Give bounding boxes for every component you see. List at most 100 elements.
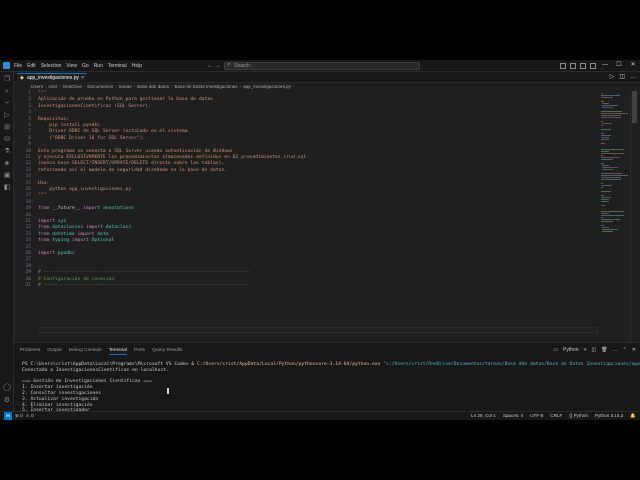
code-editor[interactable]: 1 2 3 4 5 6 7 8 9 10 11 12 13 14 15 16 17 18 19 20 21 22 23 24 2… [14, 91, 600, 342]
code-line: """ [38, 193, 47, 199]
tab-query-results[interactable]: Query Results [152, 347, 182, 354]
menu-terminal[interactable]: Terminal [108, 61, 127, 71]
minimap-line [601, 177, 621, 178]
split-terminal-icon[interactable]: ◫ [592, 347, 597, 354]
minimap-line [601, 187, 603, 188]
split-editor-icon[interactable]: ◫ [619, 73, 625, 82]
tab-label: app_investigaciones.py [27, 75, 79, 81]
menu-edit[interactable]: Edit [27, 61, 36, 71]
cursor-position[interactable]: Ln 28, Col 1 [471, 412, 496, 420]
new-terminal-icon[interactable]: + [584, 347, 587, 354]
breadcrumb-item[interactable]: Documentos [87, 83, 113, 91]
scrollbar-thumb[interactable] [632, 91, 637, 123]
editor-scrollbar[interactable] [630, 91, 638, 342]
remote-indicator-icon[interactable]: ⋈ [4, 412, 12, 420]
minimap-line [602, 103, 609, 104]
python-icon[interactable]: ◈ [3, 160, 11, 168]
remote-explorer-icon[interactable]: ▣ [3, 172, 11, 180]
breadcrumb-separator: › [133, 84, 136, 89]
breadcrumb-item[interactable]: app_investigaciones.py [243, 83, 291, 91]
kill-terminal-icon[interactable]: 🗑 [601, 347, 607, 354]
minimap-line [601, 213, 610, 214]
notifications-bell-icon[interactable]: 🔔 [630, 412, 636, 420]
python-interpreter[interactable]: Python 3.14.2 [595, 412, 623, 420]
customize-layout-icon[interactable] [590, 63, 596, 69]
extensions-icon[interactable]: ⊞ [3, 124, 11, 132]
containers-icon[interactable]: ◧ [3, 184, 11, 192]
run-debug-icon[interactable]: ▷ [3, 112, 11, 120]
menu-selection[interactable]: Selection [41, 61, 62, 71]
toggle-panel-icon[interactable] [570, 63, 576, 69]
tab-problems[interactable]: Problems [20, 347, 40, 354]
tab-close-icon[interactable]: × [81, 74, 84, 83]
breadcrumb-item[interactable]: Users [31, 83, 43, 91]
breadcrumb-item[interactable]: tareas [119, 83, 132, 91]
testing-icon[interactable]: ⚗ [3, 148, 11, 156]
run-file-icon[interactable]: ▷ [610, 73, 615, 82]
close-panel-icon[interactable]: ✕ [632, 347, 636, 354]
menu-file[interactable]: File [14, 61, 22, 71]
nav-forward-icon[interactable]: → [215, 63, 221, 69]
tab-debug-console[interactable]: Debug Console [69, 347, 102, 354]
minimap-line [602, 165, 609, 166]
close-window-icon[interactable]: ✕ [626, 60, 640, 71]
source-control-icon[interactable]: ⑂ [3, 100, 11, 108]
more-icon[interactable]: … [613, 347, 618, 354]
command-center-search[interactable]: ⌕ Search [224, 62, 420, 70]
minimap-line [601, 217, 603, 218]
search-view-icon[interactable]: ⌕ [3, 88, 11, 96]
minimize-icon[interactable]: — [598, 60, 612, 71]
tab-ports[interactable]: Ports [134, 347, 145, 354]
menu-go[interactable]: Go [82, 61, 89, 71]
minimap-line [601, 219, 620, 220]
tab-terminal[interactable]: Terminal [108, 347, 128, 355]
terminal-shell-label[interactable]: Python [563, 347, 579, 354]
minimap-line [602, 167, 618, 168]
minimap-line [602, 123, 612, 124]
more-actions-icon[interactable]: … [630, 73, 636, 82]
breadcrumb-separator: › [115, 84, 117, 89]
breadcrumb-separator: › [83, 84, 86, 89]
nav-back-icon[interactable]: ← [207, 63, 213, 69]
status-bar: ⋈ ⊗ 0 ⚠ 0 Ln 28, Col 1 Spaces: 4 UTF-8 C… [0, 411, 640, 420]
editor-tab-bar: ◆ app_investigaciones.py × ▷ ◫ … [14, 72, 640, 83]
settings-gear-icon[interactable]: ⚙ [3, 397, 11, 405]
nav-arrows: ← → [207, 61, 221, 71]
breadcrumb-item[interactable]: Base de Datos Investigaciones [175, 83, 238, 91]
editor-actions: ▷ ◫ … [610, 73, 636, 82]
minimap-line [601, 93, 603, 94]
language-mode[interactable]: {} Python [569, 412, 588, 420]
breadcrumb-item[interactable]: OneDrive [62, 83, 81, 91]
database-icon[interactable]: ⛁ [3, 136, 11, 144]
minimap-line [601, 215, 624, 216]
maximize-panel-icon[interactable]: ⌃ [623, 347, 627, 354]
encoding[interactable]: UTF-8 [530, 412, 543, 420]
python-file-icon: ◆ [20, 75, 24, 81]
toggle-sidebar-icon[interactable] [560, 63, 566, 69]
tab-output[interactable]: Output [47, 347, 61, 354]
menu-help[interactable]: Help [132, 61, 142, 71]
minimap-line [601, 157, 620, 158]
errors-count[interactable]: ⊗ 0 [15, 412, 23, 420]
minimap-line [602, 169, 614, 170]
minimap-line [602, 107, 614, 108]
minimap-line [601, 125, 603, 126]
warnings-count[interactable]: ⚠ 0 [26, 412, 34, 420]
breadcrumb-item[interactable]: crist [49, 83, 57, 91]
code-line: reforzando así el modelo de seguridad di… [38, 167, 228, 173]
menu-view[interactable]: View [66, 61, 77, 71]
menu-run[interactable]: Run [94, 61, 103, 71]
minimap[interactable] [600, 91, 630, 342]
breadcrumb-item[interactable]: Base dde datos [137, 83, 169, 91]
breadcrumb: Users › crist › OneDrive › Documentos › tare… [14, 83, 604, 91]
maximize-icon[interactable]: ☐ [612, 60, 626, 71]
toggle-secondary-sidebar-icon[interactable] [580, 63, 586, 69]
account-icon[interactable]: ◯ [3, 384, 11, 392]
terminal-line: Conectado a InvestigacionesCientificas e… [22, 367, 169, 373]
explorer-icon[interactable]: ❐ [3, 76, 11, 84]
line-ending[interactable]: CRLF [550, 412, 562, 420]
tab-app-investigaciones[interactable]: ◆ app_investigaciones.py × [17, 73, 87, 83]
minimap-line [601, 183, 603, 184]
minimap-line [601, 121, 603, 122]
indentation[interactable]: Spaces: 4 [503, 412, 523, 420]
